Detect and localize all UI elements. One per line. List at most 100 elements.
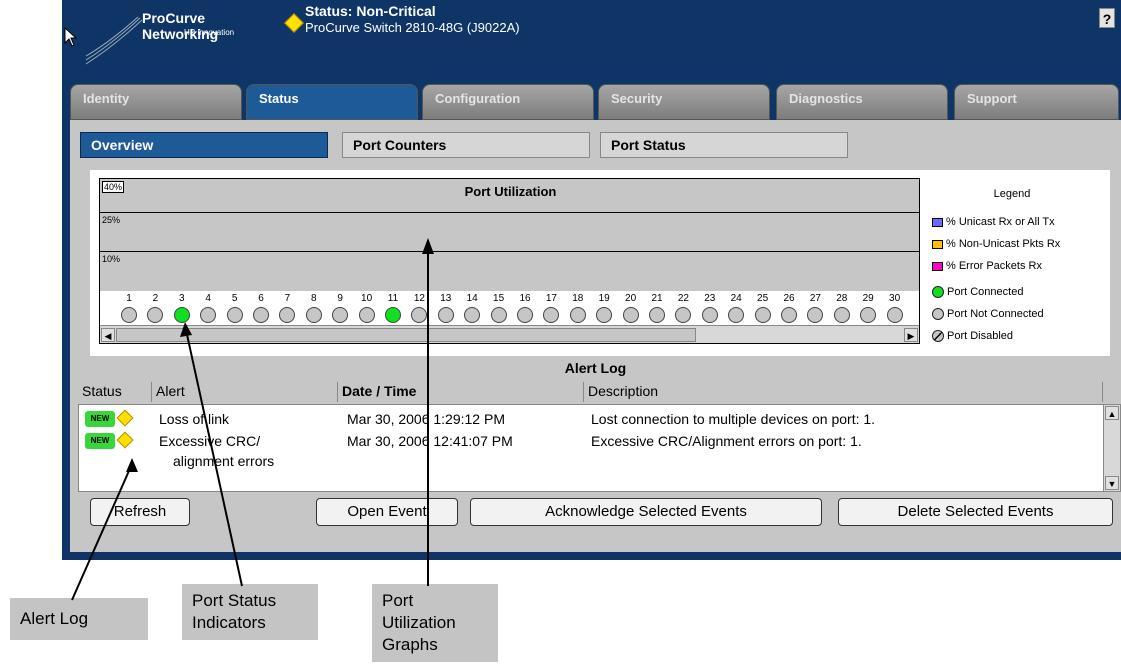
- port-indicator[interactable]: 6: [248, 293, 274, 326]
- port-not-connected-icon: [754, 307, 771, 323]
- callout-alert-log-text: Alert Log: [20, 609, 89, 628]
- alert-row[interactable]: NEW Excessive CRC/ alignment errors Mar …: [79, 431, 1089, 471]
- legend-label-not-connected: Port Not Connected: [947, 308, 1044, 320]
- acknowledge-events-button[interactable]: Acknowledge Selected Events: [470, 498, 822, 526]
- alert-log-vertical-scrollbar[interactable]: ▲ ▼: [1103, 405, 1120, 491]
- col-header-alert[interactable]: Alert: [152, 382, 338, 402]
- port-number: 15: [493, 293, 505, 304]
- port-indicator[interactable]: 7: [274, 293, 300, 326]
- port-indicator[interactable]: 25: [750, 293, 776, 326]
- port-indicator[interactable]: 16: [512, 293, 538, 326]
- port-indicator[interactable]: 5: [222, 293, 248, 326]
- port-indicator[interactable]: 11: [380, 293, 406, 326]
- port-indicator[interactable]: 17: [538, 293, 564, 326]
- level-label-10: 10%: [102, 254, 121, 264]
- open-event-button[interactable]: Open Event: [316, 498, 458, 526]
- port-indicator[interactable]: 19: [591, 293, 617, 326]
- scroll-right-icon[interactable]: ▶: [904, 328, 918, 342]
- port-indicator[interactable]: 3: [169, 293, 195, 326]
- subtab-port-status[interactable]: Port Status: [600, 132, 848, 158]
- scroll-down-icon[interactable]: ▼: [1105, 476, 1119, 490]
- port-indicator[interactable]: 18: [565, 293, 591, 326]
- port-indicator[interactable]: 21: [644, 293, 670, 326]
- legend-label-error: % Error Packets Rx: [946, 260, 1042, 272]
- main-tabs: Identity Status Configuration Security D…: [70, 84, 1121, 120]
- tab-security[interactable]: Security: [598, 84, 770, 120]
- port-number: 23: [704, 293, 716, 304]
- subtab-port-counters[interactable]: Port Counters: [342, 132, 590, 158]
- delete-events-button[interactable]: Delete Selected Events: [838, 498, 1113, 526]
- logo-swoosh-icon: [85, 16, 143, 65]
- port-indicator[interactable]: 10: [354, 293, 380, 326]
- alert-name-continued: alignment errors: [173, 453, 275, 469]
- scrollbar-thumb[interactable]: [116, 328, 696, 342]
- port-number: 27: [809, 293, 821, 304]
- port-indicator[interactable]: 12: [406, 293, 432, 326]
- port-not-connected-icon: [833, 307, 850, 323]
- tab-identity[interactable]: Identity: [70, 84, 242, 120]
- port-number: 20: [625, 293, 637, 304]
- port-indicator[interactable]: 13: [433, 293, 459, 326]
- port-not-connected-icon: [279, 307, 296, 323]
- port-indicator[interactable]: 2: [142, 293, 168, 326]
- port-indicator[interactable]: 29: [855, 293, 881, 326]
- port-not-connected-icon: [728, 307, 745, 323]
- port-not-connected-icon: [147, 307, 164, 323]
- port-indicator[interactable]: 22: [670, 293, 696, 326]
- port-indicator[interactable]: 1: [116, 293, 142, 326]
- new-badge-icon: NEW: [85, 411, 115, 427]
- port-not-connected-icon: [886, 307, 903, 323]
- tab-status[interactable]: Status: [246, 84, 418, 120]
- port-not-connected-icon: [253, 307, 269, 323]
- graph-legend: Legend % Unicast Rx or All Tx % Non-Unic…: [928, 178, 1096, 344]
- status-title: Status: Non-Critical: [305, 3, 436, 19]
- port-indicator[interactable]: 30: [882, 293, 908, 326]
- legend-swatch-error: [932, 261, 943, 271]
- port-indicator[interactable]: 15: [486, 293, 512, 326]
- mouse-pointer-icon: [64, 27, 78, 47]
- col-header-status[interactable]: Status: [78, 382, 152, 402]
- port-not-connected-icon: [622, 307, 639, 323]
- port-indicator[interactable]: 20: [618, 293, 644, 326]
- help-button[interactable]: ?: [1099, 8, 1115, 28]
- col-header-description[interactable]: Description: [584, 382, 1103, 402]
- port-number: 5: [231, 293, 238, 304]
- port-number: 12: [413, 293, 425, 304]
- port-not-connected-icon: [490, 307, 507, 323]
- port-indicator[interactable]: 24: [723, 293, 749, 326]
- col-header-date[interactable]: Date / Time: [338, 382, 584, 402]
- port-indicator[interactable]: 8: [301, 293, 327, 326]
- tab-diagnostics[interactable]: Diagnostics: [776, 84, 948, 120]
- brand-tagline: HP Innovation: [184, 28, 235, 37]
- port-indicator[interactable]: 23: [697, 293, 723, 326]
- alert-row[interactable]: NEW Loss of link Mar 30, 2006 1:29:12 PM…: [79, 409, 1089, 431]
- callout-port-util-line1: Port: [382, 591, 414, 610]
- subtab-overview[interactable]: Overview: [80, 132, 328, 158]
- callout-alert-log: Alert Log: [10, 598, 148, 640]
- alert-log-list: NEW Loss of link Mar 30, 2006 1:29:12 PM…: [78, 404, 1121, 492]
- callout-port-status-line2: Indicators: [192, 613, 266, 632]
- port-not-connected-icon: [517, 307, 533, 323]
- port-indicator[interactable]: 4: [195, 293, 221, 326]
- graph-horizontal-scrollbar[interactable]: ◀ ▶: [100, 325, 919, 343]
- level-label-40: 40%: [102, 181, 125, 193]
- port-indicator[interactable]: 14: [459, 293, 485, 326]
- port-number: 19: [598, 293, 610, 304]
- tab-configuration[interactable]: Configuration: [422, 84, 594, 120]
- port-indicator[interactable]: 9: [327, 293, 353, 326]
- callout-port-util-line2: Utilization: [382, 613, 456, 632]
- port-not-connected-icon: [701, 307, 718, 323]
- legend-item-nonunicast: % Non-Unicast Pkts Rx: [932, 238, 1060, 252]
- port-indicator[interactable]: 26: [776, 293, 802, 326]
- scroll-up-icon[interactable]: ▲: [1105, 406, 1119, 420]
- refresh-button[interactable]: Refresh: [90, 498, 190, 526]
- scroll-left-icon[interactable]: ◀: [101, 328, 115, 342]
- port-number: 22: [677, 293, 689, 304]
- port-indicator[interactable]: 27: [802, 293, 828, 326]
- port-number: 6: [258, 293, 264, 304]
- graph-title: Port Utilization: [464, 184, 557, 199]
- tab-support[interactable]: Support: [954, 84, 1119, 120]
- port-indicator[interactable]: 28: [829, 293, 855, 326]
- callout-port-util-line3: Graphs: [382, 635, 438, 654]
- browser-ui-frame: ProCurve Networking HP Innovation Status…: [62, 0, 1121, 560]
